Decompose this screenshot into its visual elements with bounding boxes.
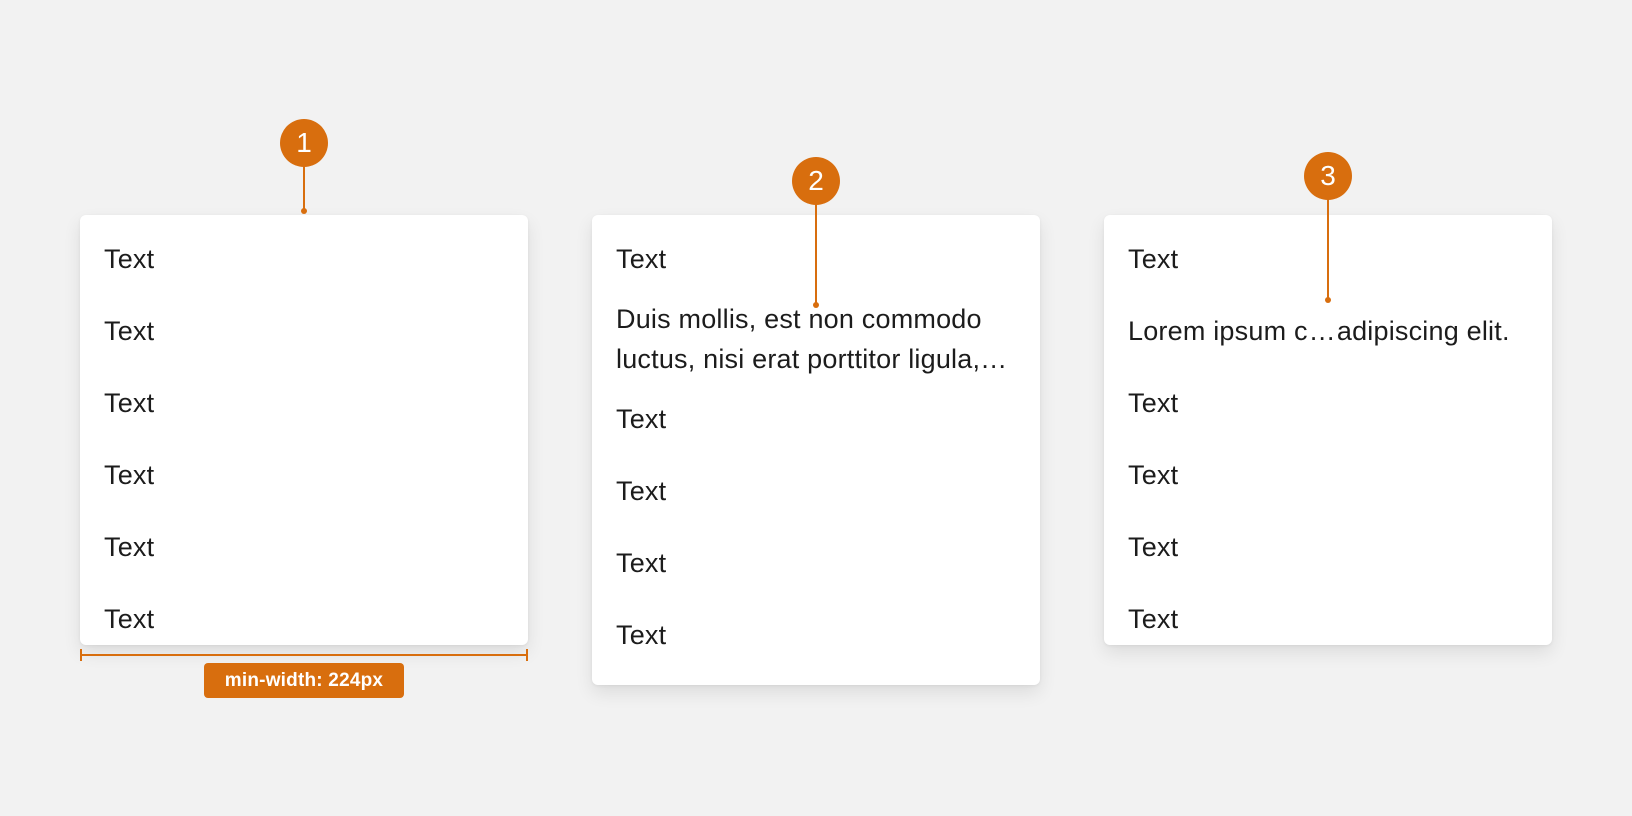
annotation-leader-dot	[1325, 297, 1331, 303]
menu-item[interactable]: Text	[1104, 511, 1552, 583]
annotation-marker-2: 2	[792, 157, 840, 205]
wrapped-item-label: Duis mollis, est non commodo luctus, nis…	[616, 304, 982, 374]
annotation-marker-3: 3	[1304, 152, 1352, 200]
annotation-leader-line	[303, 166, 305, 210]
menu-item[interactable]: Text	[592, 527, 1040, 599]
annotation-leader-dot	[301, 208, 307, 214]
truncation-ellipsis: …	[1308, 315, 1336, 346]
truncated-item-end: adipiscing elit.	[1336, 315, 1510, 346]
dimension-label: min-width: 224px	[204, 663, 404, 698]
menu-item[interactable]: Text	[592, 455, 1040, 527]
menu-item[interactable]: Text	[80, 223, 528, 295]
dimension-line	[81, 654, 527, 656]
truncated-item-start: Lorem ipsum c	[1128, 315, 1308, 346]
menu-item[interactable]: Text	[80, 583, 528, 655]
dimension-tick-right	[526, 649, 528, 661]
menu-item[interactable]: Text	[1104, 583, 1552, 655]
menu-item-truncated[interactable]: Lorem ipsum c… adipiscing elit.	[1104, 295, 1552, 367]
annotation-leader-dot	[813, 302, 819, 308]
menu-item[interactable]: Text	[1104, 439, 1552, 511]
menu-min-width: Text Text Text Text Text Text	[80, 215, 528, 645]
menu-item[interactable]: Text	[80, 295, 528, 367]
menu-item-wrapped[interactable]: Duis mollis, est non commodo luctus, nis…	[592, 295, 1040, 383]
menu-item[interactable]: Text	[592, 599, 1040, 671]
annotation-leader-line	[815, 204, 817, 304]
menu-item[interactable]: Text	[80, 367, 528, 439]
menu-item[interactable]: Text	[592, 383, 1040, 455]
menu-item[interactable]: Text	[80, 511, 528, 583]
annotation-leader-line	[1327, 199, 1329, 299]
menu-item[interactable]: Text	[1104, 367, 1552, 439]
annotation-marker-1: 1	[280, 119, 328, 167]
menu-item[interactable]: Text	[80, 439, 528, 511]
